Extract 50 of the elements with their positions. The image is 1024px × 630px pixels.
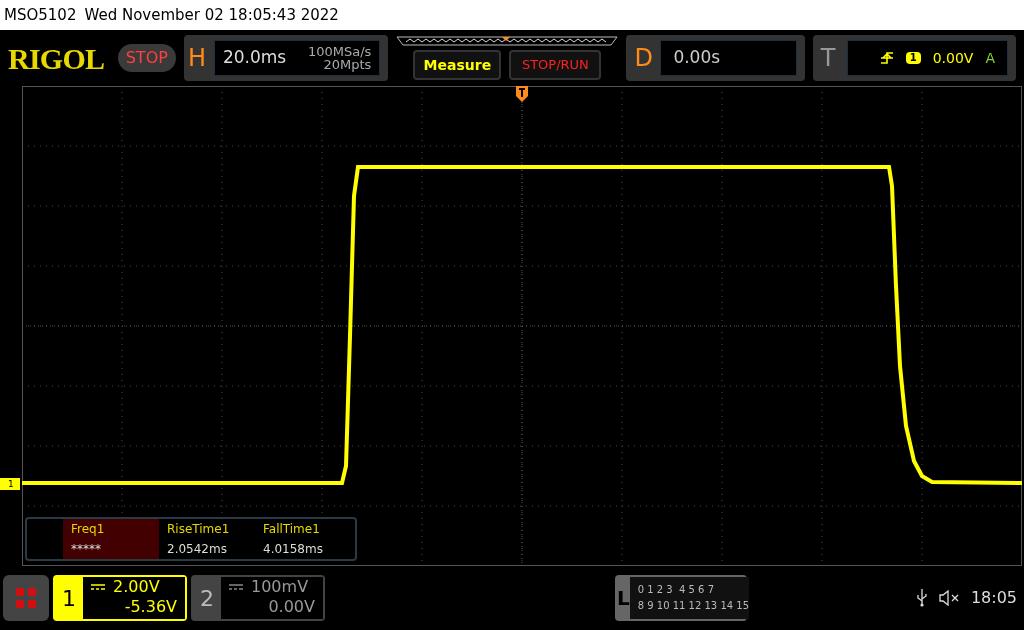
measurement-name: Freq1: [71, 521, 106, 538]
logic-channel-numbers: 8 9 10 11 12 13 14 15: [637, 599, 749, 613]
rising-edge-icon: [879, 51, 894, 65]
trigger-panel[interactable]: T 1 0.00V A: [812, 35, 1016, 81]
memory-depth: 20Mpts: [323, 58, 372, 71]
trigger-mode: A: [985, 48, 995, 68]
memory-overview-icon: [396, 36, 619, 46]
measurement-item[interactable]: RiseTime1 2.0542ms: [159, 519, 255, 559]
run-state-badge: STOP: [117, 44, 176, 72]
logic-channel-numbers: 0 1 2 3 4 5 6 7: [637, 583, 715, 597]
sample-rate: 100MSa/s: [308, 45, 372, 58]
horizontal-label: H: [187, 43, 207, 74]
trigger-label: T: [820, 43, 837, 74]
measurement-value: 4.0158ms: [263, 541, 324, 558]
trigger-level: 0.00V: [932, 48, 974, 68]
channel-number: 2: [199, 584, 215, 613]
dc-coupling-icon: [229, 584, 243, 590]
timebase-value: 20.0ms: [222, 46, 287, 70]
grid-squares-icon: [16, 588, 36, 608]
channel-scale: 100mV: [251, 577, 309, 597]
measure-button[interactable]: Measure: [413, 50, 502, 80]
measurement-value: 2.0542ms: [167, 541, 228, 558]
logo: RIGOL: [8, 40, 106, 77]
channel-offset: -5.36V: [124, 597, 177, 617]
measurement-value: *****: [71, 541, 102, 558]
trigger-position-icon: [516, 86, 528, 104]
measurement-item[interactable]: FallTime1 4.0158ms: [255, 519, 351, 559]
model-name: MSO5102: [4, 4, 77, 26]
delay-label: D: [634, 43, 654, 74]
delay-value: 0.00s: [673, 46, 721, 70]
channel-panel[interactable]: 1 2.00V -5.36V: [53, 575, 187, 621]
speaker-muted-icon: [938, 590, 959, 606]
menu-button[interactable]: [3, 575, 49, 621]
stop-run-button[interactable]: STOP/RUN: [509, 50, 602, 80]
measurement-name: RiseTime1: [167, 521, 231, 538]
date-time: Wed November 02 18:05:43 2022: [84, 4, 339, 26]
measurement-item[interactable]: Freq1 *****: [63, 519, 159, 559]
channel-scale: 2.00V: [113, 577, 160, 597]
trigger-source: 1: [905, 51, 921, 65]
channel-panel[interactable]: 2 100mV 0.00V: [191, 575, 325, 621]
channel-offset: 0.00V: [268, 597, 315, 617]
horizontal-panel[interactable]: H 20.0ms 100MSa/s 20Mpts: [183, 35, 389, 81]
usb-icon: [916, 589, 927, 607]
clock-time: 18:05: [970, 587, 1017, 609]
channel-marker: 1: [0, 478, 20, 490]
logic-label: L: [616, 585, 630, 612]
measurement-name: FallTime1: [263, 521, 321, 538]
dc-coupling-icon: [91, 584, 105, 590]
delay-panel[interactable]: D 0.00s: [626, 35, 805, 81]
channel-number: 1: [61, 584, 77, 613]
